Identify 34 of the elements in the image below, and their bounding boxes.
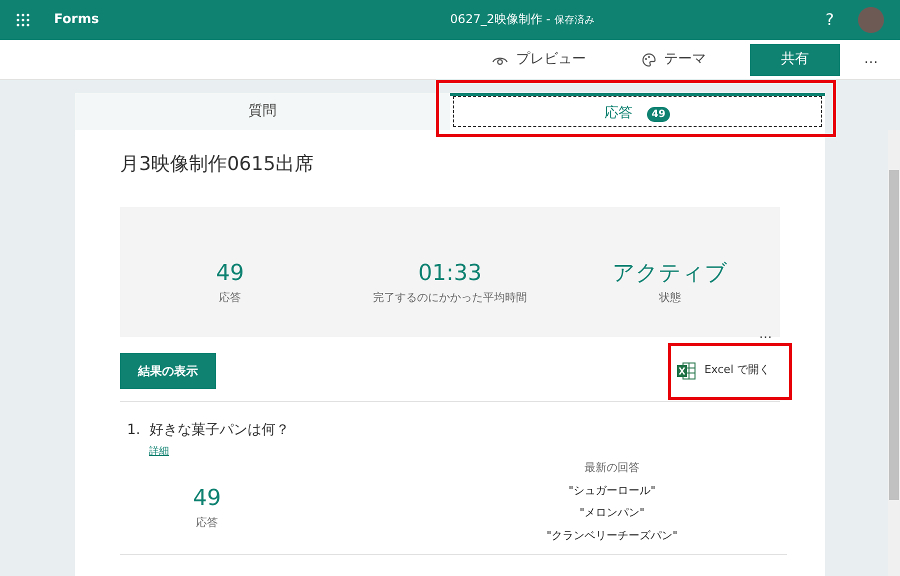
form-title: 月3映像制作0615出席	[120, 152, 314, 177]
stat-value: 01:33	[417, 260, 483, 288]
latest-response: "メロンパン"	[578, 505, 646, 521]
stat-value: アクティブ	[612, 260, 728, 288]
more-button[interactable]: …	[759, 325, 772, 344]
view-results-button[interactable]: 結果の表示	[120, 352, 216, 388]
response-count: 49	[192, 485, 222, 513]
share-button[interactable]: 共有	[750, 44, 840, 76]
details-link[interactable]: 詳細	[149, 446, 169, 456]
theme-button[interactable]: テーマ	[614, 40, 734, 80]
preview-button[interactable]: プレビュー	[464, 40, 614, 80]
help-button[interactable]: ?	[826, 8, 834, 32]
document-title: 0627_2映像制作 -	[450, 12, 552, 26]
avatar[interactable]	[858, 7, 884, 33]
stat-label: 応答	[218, 290, 242, 306]
stat-label: 状態	[658, 290, 682, 306]
tab[interactable]: 質問	[75, 93, 450, 130]
stat-label: 完了するのにかかった平均時間	[372, 290, 528, 306]
question-title: 1. 好きな菓子パンは何？	[127, 420, 290, 440]
app-launcher-icon[interactable]	[16, 13, 30, 27]
tab[interactable]: 応答 49	[450, 93, 825, 130]
more-button[interactable]: …	[840, 40, 900, 80]
app-name[interactable]: Forms	[54, 10, 99, 30]
latest-response: "シュガーロール"	[567, 482, 657, 498]
stat-value: 49	[215, 260, 245, 288]
open-in-excel-button[interactable]: Excel で開く	[666, 356, 780, 386]
latest-responses-label: 最新の回答	[584, 460, 640, 476]
save-status: 保存済み	[554, 15, 594, 26]
latest-response: "クランベリーチーズパン"	[545, 528, 679, 544]
response-label: 応答	[195, 515, 219, 531]
spreadsheet-icon	[676, 362, 696, 380]
scrollbar[interactable]	[888, 130, 900, 576]
count-badge: 49	[646, 106, 670, 122]
palette-icon	[642, 52, 656, 66]
